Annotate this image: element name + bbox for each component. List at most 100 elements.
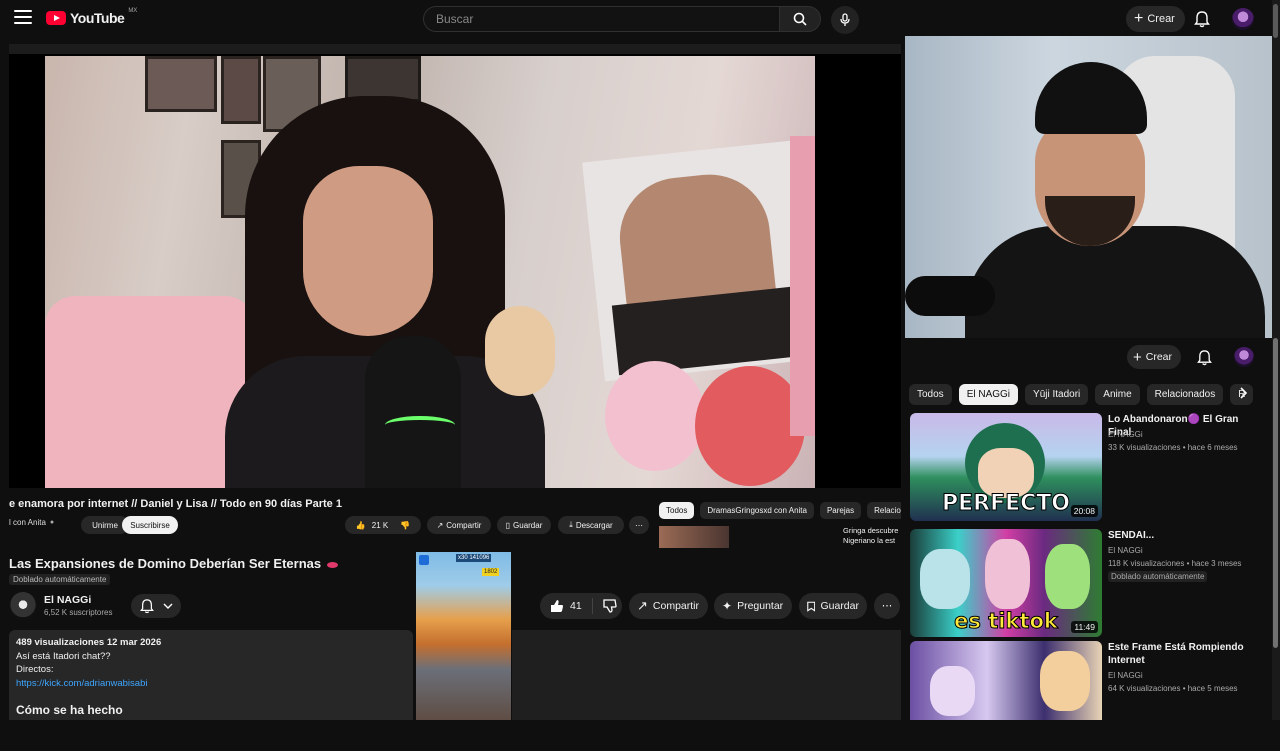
video-title[interactable]: Este Frame Está Rompiendo Internet bbox=[1108, 641, 1258, 667]
plush-toy bbox=[605, 361, 705, 471]
captured-channel: l con Anita ● bbox=[9, 518, 54, 527]
captured-like-pill: 👍 21 K 👎 bbox=[345, 516, 421, 534]
create-button-secondary[interactable]: + Crear bbox=[1127, 345, 1182, 369]
create-button[interactable]: + Crear bbox=[1126, 6, 1185, 32]
bookmark-icon bbox=[807, 601, 816, 612]
captured-rec-title-line: Gringa descubre bbox=[843, 526, 899, 535]
chip-todos[interactable]: Todos bbox=[909, 384, 952, 405]
description-link[interactable]: https://kick.com/adrianwabisabi bbox=[16, 678, 147, 689]
pink-panel bbox=[790, 136, 815, 436]
channel-avatar[interactable] bbox=[9, 592, 37, 620]
picture-in-picture-game[interactable]: x30 141096 1802 bbox=[416, 552, 511, 720]
video-channel[interactable]: El NAGGi bbox=[1108, 430, 1143, 439]
wall-picture-frame bbox=[221, 56, 261, 124]
ask-button[interactable]: ✦ Preguntar bbox=[714, 593, 792, 619]
account-avatar[interactable] bbox=[1232, 8, 1254, 30]
microphone-light bbox=[385, 416, 455, 434]
captured-chips: Todos DramasGringosxd con Anita Parejas … bbox=[659, 502, 901, 519]
thumbnail-character bbox=[920, 549, 970, 609]
thumbnail-character bbox=[1040, 651, 1090, 711]
thumbnail-character bbox=[930, 666, 975, 716]
search-box bbox=[423, 6, 779, 32]
captured-share-label: Compartir bbox=[446, 520, 482, 530]
description-line: Así está Itadori chat?? bbox=[16, 650, 111, 662]
thumbs-down-icon: 👎 bbox=[400, 520, 411, 530]
like-count: 41 bbox=[570, 600, 582, 612]
account-avatar-secondary[interactable] bbox=[1234, 347, 1254, 367]
logo-text: YouTube bbox=[70, 10, 125, 26]
verified-icon: ● bbox=[49, 519, 55, 526]
captured-chip: DramasGringosxd con Anita bbox=[700, 502, 814, 519]
pause-icon[interactable] bbox=[419, 555, 429, 565]
bookmark-icon: ▯ bbox=[505, 520, 511, 530]
share-button[interactable]: ↗ Compartir bbox=[629, 593, 708, 619]
recommended-video[interactable]: PERFECTO 20:08 Lo Abandonaron🟣 El Gran F… bbox=[910, 413, 1265, 523]
captured-rec-title: Gringa descubre Nigeriano la est bbox=[843, 526, 901, 546]
video-channel[interactable]: El NAGGi bbox=[1108, 671, 1143, 680]
plus-icon: + bbox=[1133, 348, 1142, 366]
captured-subscribe-label: Suscribirse bbox=[130, 520, 170, 530]
menu-icon[interactable] bbox=[14, 10, 32, 24]
plus-icon: + bbox=[1134, 10, 1144, 27]
dislike-button[interactable] bbox=[593, 599, 627, 613]
captured-join-label: Unirme bbox=[92, 520, 118, 530]
create-label: Crear bbox=[1147, 13, 1175, 25]
voice-search-button[interactable] bbox=[831, 6, 859, 34]
comments-area bbox=[512, 630, 901, 720]
video-title[interactable]: SENDAI... bbox=[1108, 529, 1258, 542]
chip-anime[interactable]: Anime bbox=[1095, 384, 1140, 405]
description-box[interactable]: 489 visualizaciones 12 mar 2026 Así está… bbox=[9, 630, 413, 720]
video-duration: 20:08 bbox=[1070, 505, 1098, 517]
more-actions-button[interactable]: ⋯ bbox=[874, 593, 900, 619]
presenter-face bbox=[303, 166, 433, 336]
save-button[interactable]: Guardar bbox=[799, 593, 867, 619]
share-label: Compartir bbox=[652, 600, 699, 612]
video-thumbnail[interactable]: es tiktok 11:49 bbox=[910, 529, 1102, 637]
captured-video-info: e enamora por internet // Daniel y Lisa … bbox=[9, 488, 901, 548]
share-icon: ↗ bbox=[637, 598, 648, 613]
chips-next-button[interactable] bbox=[1238, 386, 1248, 404]
captured-chip: Relaciona bbox=[867, 502, 901, 519]
more-icon: ⋯ bbox=[881, 600, 893, 612]
page-scrollbar-thumb[interactable] bbox=[1273, 4, 1278, 38]
save-label: Guardar bbox=[820, 600, 859, 612]
lips-emoji-icon bbox=[327, 561, 339, 568]
plush-toy bbox=[695, 366, 805, 486]
chevron-right-icon bbox=[1240, 387, 1248, 399]
chip-relacionados[interactable]: Relacionados bbox=[1146, 384, 1224, 405]
channel-name[interactable]: El NAGGi bbox=[44, 594, 91, 606]
panel-scrollbar-thumb[interactable] bbox=[1273, 338, 1278, 648]
create-label-secondary: Crear bbox=[1145, 351, 1173, 363]
subscription-bell-button[interactable] bbox=[131, 594, 181, 618]
search-button[interactable] bbox=[779, 6, 821, 32]
captured-chip: Parejas bbox=[819, 502, 862, 519]
game-score: x30 141096 bbox=[456, 554, 492, 562]
video-title: Las Expansiones de Domino Deberían Ser E… bbox=[9, 556, 339, 571]
mic-icon bbox=[840, 13, 850, 26]
video-duration: 11:49 bbox=[1071, 621, 1098, 633]
notifications-button[interactable] bbox=[1194, 10, 1210, 33]
notifications-button-secondary[interactable] bbox=[1197, 349, 1212, 371]
captured-subscribe-button: Suscribirse bbox=[122, 516, 178, 534]
captured-download-button: ⤓ Descargar bbox=[558, 516, 624, 534]
recommended-video[interactable]: es tiktok 11:49 SENDAI... El NAGGi 118 K… bbox=[910, 529, 1265, 639]
chip-el-naggi[interactable]: El NAGGi bbox=[958, 384, 1019, 405]
like-button[interactable]: 41 bbox=[540, 598, 593, 614]
video-thumbnail[interactable] bbox=[910, 641, 1102, 720]
video-thumbnail[interactable]: PERFECTO 20:08 bbox=[910, 413, 1102, 521]
video-meta: 33 K visualizaciones • hace 6 meses bbox=[1108, 443, 1238, 452]
video-channel[interactable]: El NAGGi bbox=[1108, 546, 1143, 555]
logo-region: MX bbox=[128, 8, 138, 14]
youtube-logo[interactable]: YouTube MX bbox=[46, 8, 138, 26]
description-line: Directos: bbox=[16, 664, 54, 675]
search-input[interactable] bbox=[424, 7, 778, 31]
related-chips: Todos El NAGGi Yūji Itadori Anime Relaci… bbox=[909, 384, 1254, 405]
thumbnail-character bbox=[985, 539, 1030, 609]
video-player[interactable]: e enamora por internet // Daniel y Lisa … bbox=[9, 44, 901, 548]
video-meta: 64 K visualizaciones • hace 5 meses bbox=[1108, 684, 1238, 693]
bell-icon bbox=[1194, 11, 1210, 28]
captured-save-button: ▯ Guardar bbox=[497, 516, 551, 534]
recommended-video[interactable]: Este Frame Está Rompiendo Internet El NA… bbox=[910, 641, 1265, 751]
chip-yuji-itadori[interactable]: Yūji Itadori bbox=[1025, 384, 1089, 405]
subscriber-count: 6,52 K suscriptores bbox=[44, 608, 113, 617]
